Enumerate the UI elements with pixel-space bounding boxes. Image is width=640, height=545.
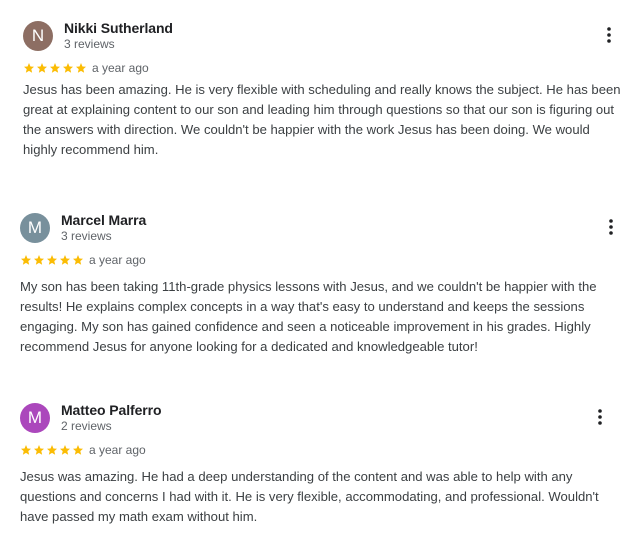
star-rating: [20, 444, 84, 456]
star-icon: [63, 63, 73, 73]
review-text: Jesus was amazing. He had a deep underst…: [20, 469, 599, 524]
review-count: 3 reviews: [64, 37, 115, 51]
star-icon: [24, 63, 34, 73]
reviewer-name[interactable]: Matteo Palferro: [61, 402, 162, 418]
star-icon: [47, 255, 57, 265]
review-date: a year ago: [89, 253, 146, 267]
review-count: 2 reviews: [61, 419, 112, 433]
avatar[interactable]: M: [20, 403, 50, 433]
star-rating: [23, 62, 87, 74]
review-text: My son has been taking 11th-grade physic…: [20, 279, 597, 354]
star-icon: [47, 445, 57, 455]
star-icon: [21, 445, 31, 455]
star-icon: [34, 445, 44, 455]
star-icon: [73, 445, 83, 455]
star-icon: [60, 255, 70, 265]
star-icon: [37, 63, 47, 73]
star-icon: [76, 63, 86, 73]
star-icon: [50, 63, 60, 73]
more-vert-icon: [609, 219, 613, 235]
more-vert-icon: [598, 409, 602, 425]
star-rating: [20, 254, 84, 266]
review-date: a year ago: [92, 61, 149, 75]
star-icon: [21, 255, 31, 265]
star-icon: [60, 445, 70, 455]
more-vert-icon: [607, 27, 611, 43]
star-icon: [34, 255, 44, 265]
avatar[interactable]: M: [20, 213, 50, 243]
avatar[interactable]: N: [23, 21, 53, 51]
reviewer-name[interactable]: Marcel Marra: [61, 212, 146, 228]
review-text: Jesus has been amazing. He is very flexi…: [23, 82, 621, 157]
more-options-button[interactable]: [603, 216, 619, 238]
review-count: 3 reviews: [61, 229, 112, 243]
star-icon: [73, 255, 83, 265]
review-date: a year ago: [89, 443, 146, 457]
reviewer-name[interactable]: Nikki Sutherland: [64, 20, 173, 36]
more-options-button[interactable]: [601, 24, 617, 46]
more-options-button[interactable]: [592, 406, 608, 428]
